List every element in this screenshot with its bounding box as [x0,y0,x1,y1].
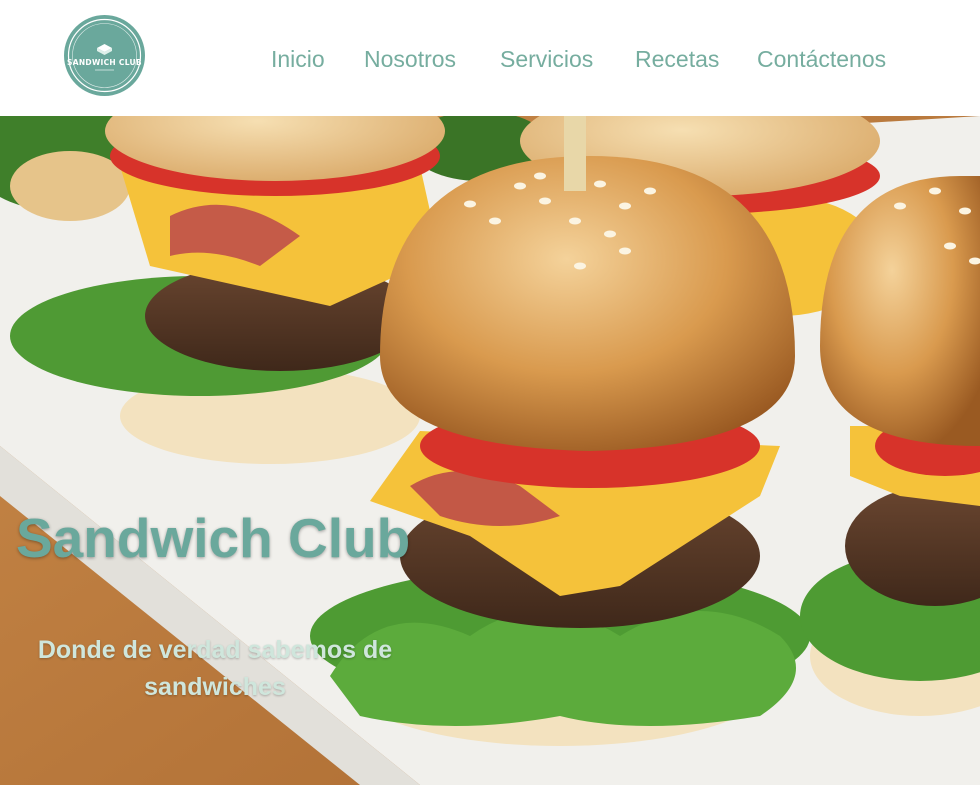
hero-section: Sandwich Club Donde de verdad sabemos de… [0,116,980,785]
nav-inicio[interactable]: Inicio [271,44,325,74]
nav-nosotros[interactable]: Nosotros [364,44,456,74]
nav-recetas[interactable]: Recetas [635,44,719,74]
nav-servicios[interactable]: Servicios [500,44,593,74]
main-nav: Inicio Nosotros Servicios Recetas Contác… [0,44,980,74]
hero-title: Sandwich Club [16,507,411,569]
nav-contactenos[interactable]: Contáctenos [757,44,886,74]
hero-subtitle: Donde de verdad sabemos de sandwiches [37,636,393,701]
site-header: SANDWICH CLUB Inicio Nosotros Servicios … [0,0,980,116]
